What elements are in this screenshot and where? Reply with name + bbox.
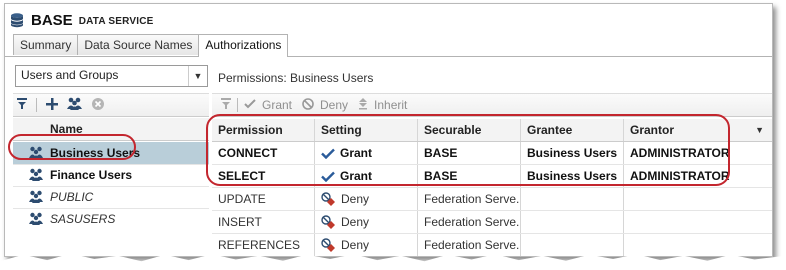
setting-cell[interactable]: Grant (315, 142, 418, 164)
inherited-deny-icon (321, 192, 335, 206)
tab-data-source-names[interactable]: Data Source Names (77, 34, 200, 55)
setting-cell[interactable]: Deny (315, 188, 418, 210)
grantee-cell (521, 234, 624, 256)
securable-cell: BASE (418, 142, 521, 164)
identity-type-dropdown[interactable]: Users and Groups ▼ (15, 65, 208, 87)
table-header: Permission Setting Securable Grantee Gra… (212, 119, 772, 142)
identity-row-business-users[interactable]: Business Users (13, 142, 209, 164)
grant-check-icon (321, 148, 335, 159)
identity-row-finance-users[interactable]: Finance Users (13, 164, 209, 186)
permission-cell: REFERENCES (212, 234, 315, 256)
identity-name: Business Users (50, 146, 141, 160)
grantor-cell: ADMINISTRATOR (630, 146, 730, 160)
group-icon (29, 168, 43, 184)
inherited-deny-icon (321, 215, 335, 229)
grantor-cell: ADMINISTRATOR (630, 169, 730, 183)
tab-bar: Summary Data Source Names Authorizations (13, 34, 289, 57)
column-header-grantor[interactable]: Grantor (624, 119, 772, 141)
chevron-down-icon[interactable]: ▼ (188, 66, 207, 86)
grantee-cell: Business Users (521, 142, 624, 164)
window-title: BASE (31, 11, 73, 29)
remove-icon[interactable] (92, 97, 104, 113)
table-row[interactable]: UPDATE Deny Federation Serve... (212, 188, 772, 211)
securable-cell: Federation Serve... (418, 234, 521, 256)
table-row[interactable]: CONNECT Grant BASE Business Users ADMINI… (212, 142, 772, 165)
setting-value: Deny (341, 192, 370, 206)
securable-cell: BASE (418, 165, 521, 187)
add-group-icon[interactable] (67, 97, 83, 113)
grant-check-icon (321, 171, 335, 182)
deny-button[interactable]: Deny (320, 98, 348, 112)
column-header-permission[interactable]: Permission (212, 119, 315, 141)
grantor-cell (624, 188, 772, 210)
inherit-button[interactable]: Inherit (374, 98, 407, 112)
identity-row-public[interactable]: PUBLIC (13, 186, 209, 208)
group-icon (29, 146, 43, 162)
setting-cell[interactable]: Grant (315, 165, 418, 187)
permissions-toolbar: Grant Deny Inherit (212, 93, 772, 117)
inherited-deny-icon (321, 238, 335, 252)
window-frame: BASE DATA SERVICE Summary Data Source Na… (4, 3, 773, 257)
setting-value: Grant (340, 146, 373, 160)
filter-icon[interactable] (17, 97, 27, 113)
column-menu-icon[interactable]: ▼ (755, 119, 764, 141)
table-row[interactable]: REFERENCES Deny Federation Serve... (212, 234, 772, 256)
database-icon (9, 12, 25, 28)
title-bar: BASE DATA SERVICE (9, 9, 154, 31)
setting-value: Deny (341, 238, 370, 252)
permission-cell: UPDATE (212, 188, 315, 210)
securable-cell: Federation Serve... (418, 188, 521, 210)
permissions-panel: Permissions: Business Users Grant Deny I… (212, 63, 772, 256)
permission-cell: INSERT (212, 211, 315, 233)
tab-divider (5, 56, 772, 57)
grant-check-icon[interactable] (244, 98, 256, 112)
column-header-grantee[interactable]: Grantee (521, 119, 624, 141)
table-row[interactable]: SELECT Grant BASE Business Users ADMINIS… (212, 165, 772, 188)
column-header-securable[interactable]: Securable (418, 119, 521, 141)
group-icon (29, 212, 43, 228)
inherit-icon[interactable] (358, 97, 368, 113)
grantor-cell (624, 211, 772, 233)
window-subtitle: DATA SERVICE (78, 16, 154, 27)
dropdown-value: Users and Groups (21, 68, 119, 82)
tab-summary[interactable]: Summary (13, 34, 79, 55)
securable-cell: Federation Serve... (418, 211, 521, 233)
setting-cell[interactable]: Deny (315, 211, 418, 233)
name-column-header[interactable]: Name (50, 122, 83, 136)
toolbar-separator (36, 98, 37, 112)
grantee-cell (521, 211, 624, 233)
grant-button[interactable]: Grant (262, 98, 292, 112)
table-row[interactable]: INSERT Deny Federation Serve... (212, 211, 772, 234)
identities-header: Name (13, 118, 209, 141)
setting-value: Deny (341, 215, 370, 229)
group-icon (29, 190, 43, 206)
permissions-title: Permissions: Business Users (218, 71, 374, 85)
setting-cell[interactable]: Deny (315, 234, 418, 256)
deny-icon[interactable] (302, 97, 314, 113)
tab-authorizations[interactable]: Authorizations (198, 34, 289, 57)
identity-name: SASUSERS (50, 212, 116, 226)
identity-name: Finance Users (50, 168, 133, 182)
permission-cell: SELECT (212, 165, 315, 187)
identities-toolbar (13, 93, 209, 117)
grantor-cell (624, 234, 772, 256)
identities-panel: Users and Groups ▼ Name Business Users F… (13, 63, 209, 256)
column-header-setting[interactable]: Setting (315, 119, 418, 141)
add-icon[interactable] (46, 97, 58, 113)
setting-value: Grant (340, 169, 373, 183)
grantee-cell: Business Users (521, 165, 624, 187)
identity-row-sasusers[interactable]: SASUSERS (13, 208, 209, 230)
permission-cell: CONNECT (212, 142, 315, 164)
identity-name: PUBLIC (50, 190, 94, 204)
grantee-cell (521, 188, 624, 210)
toolbar-separator (237, 98, 238, 112)
filter-icon[interactable] (221, 97, 231, 113)
